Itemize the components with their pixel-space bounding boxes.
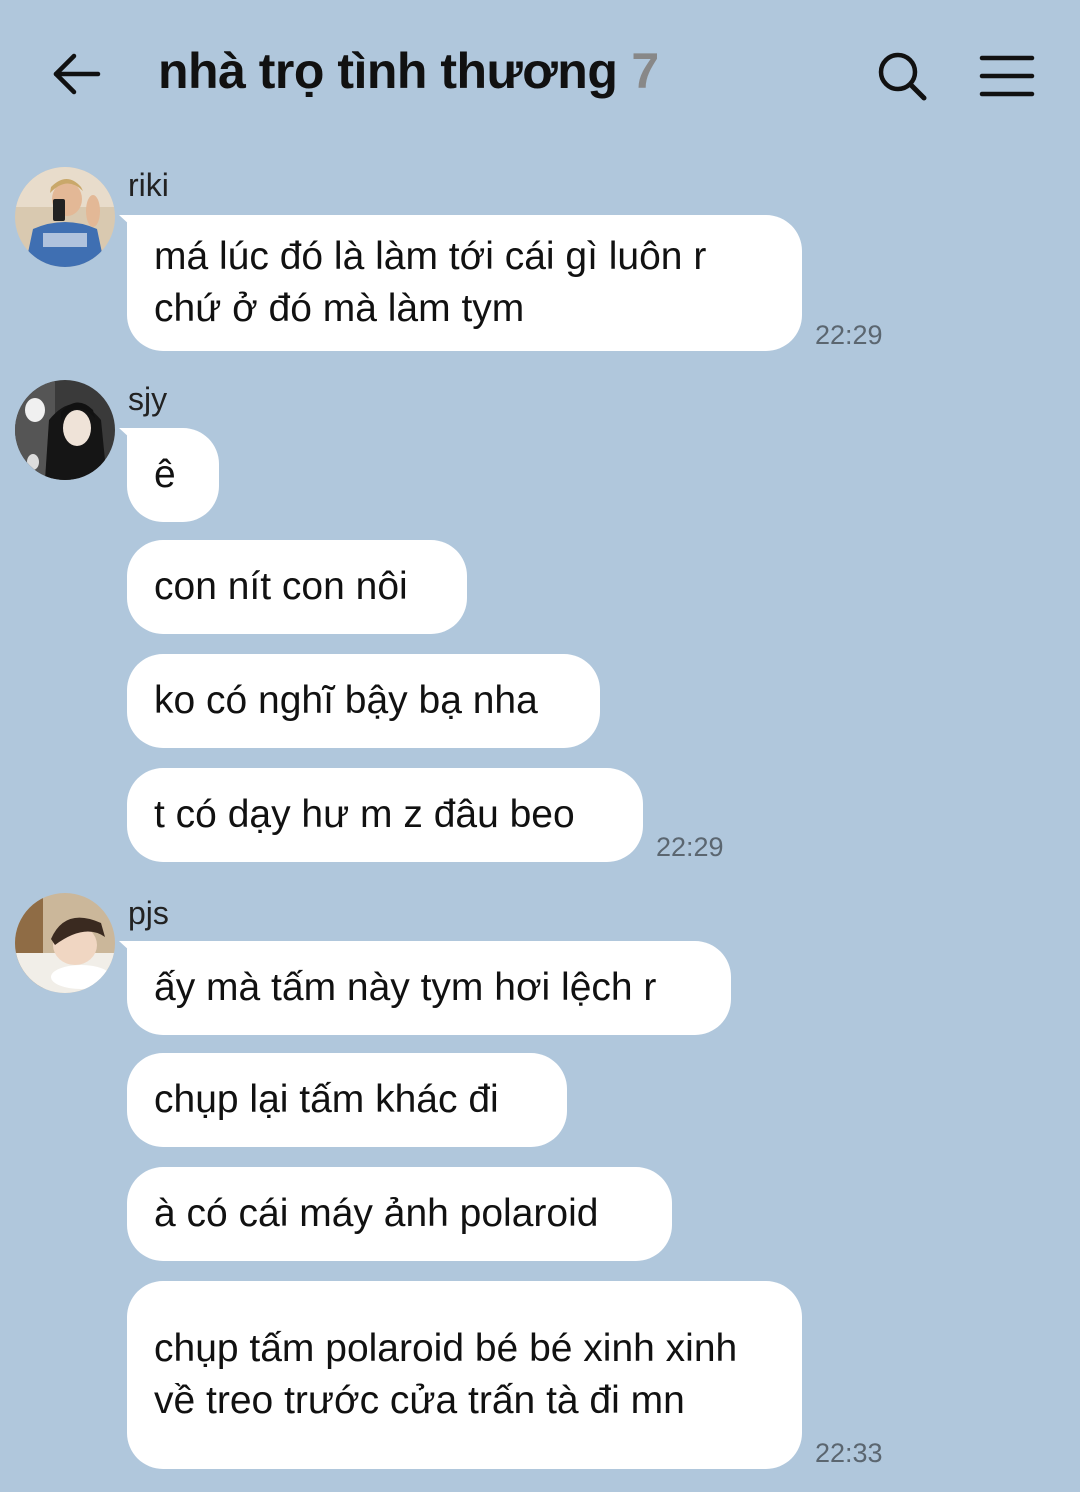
message-bubble[interactable]: à có cái máy ảnh polaroid [127, 1167, 672, 1261]
search-button[interactable] [872, 46, 932, 106]
sender-name: sjy [128, 381, 168, 417]
chat-title: nhà trọ tình thương [158, 43, 618, 99]
message-bubble[interactable]: ấy mà tấm này tym hơi lệch r [127, 941, 731, 1035]
message-bubble[interactable]: chụp tấm polaroid bé bé xinh xinh về tre… [127, 1281, 802, 1469]
message-text: ê [154, 453, 176, 496]
chat-header: nhà trọ tình thương 7 [0, 0, 1080, 150]
message-text: chụp lại tấm khác đi [154, 1078, 499, 1121]
message-text: ko có nghĩ bậy bạ nha [154, 679, 538, 722]
message-bubble[interactable]: con nít con nôi [127, 540, 467, 634]
search-icon [878, 52, 927, 101]
avatar-pjs[interactable] [15, 893, 115, 993]
message-text: t có dạy hư m z đâu beo [154, 793, 575, 836]
message-text: chụp tấm polaroid bé bé xinh xinh về tre… [154, 1327, 738, 1422]
menu-button[interactable] [976, 46, 1038, 106]
back-button[interactable] [48, 44, 108, 104]
message-bubble[interactable]: ko có nghĩ bậy bạ nha [127, 654, 600, 748]
sender-name: riki [128, 167, 169, 203]
message-time: 22:29 [656, 832, 724, 862]
message-text: ấy mà tấm này tym hơi lệch r [154, 966, 657, 1009]
avatar-riki-photo [15, 167, 115, 267]
message-time: 22:33 [815, 1438, 883, 1468]
message-bubble[interactable]: ê [127, 428, 219, 522]
chat-title-wrap[interactable]: nhà trọ tình thương 7 [158, 42, 659, 112]
message-bubble[interactable]: chụp lại tấm khác đi [127, 1053, 567, 1147]
avatar-pjs-photo [15, 893, 115, 993]
member-count: 7 [631, 43, 660, 99]
sender-name: pjs [128, 895, 169, 931]
message-text: à có cái máy ảnh polaroid [154, 1192, 599, 1235]
message-bubble[interactable]: t có dạy hư m z đâu beo [127, 768, 643, 862]
message-bubble[interactable]: má lúc đó là làm tới cái gì luôn r chứ ở… [127, 215, 802, 351]
message-time: 22:29 [815, 320, 883, 350]
avatar-sjy[interactable] [15, 380, 115, 480]
back-arrow-icon [53, 53, 101, 95]
avatar-riki[interactable] [15, 167, 115, 267]
menu-icon [979, 55, 1035, 97]
avatar-sjy-photo [15, 380, 115, 480]
message-text: con nít con nôi [154, 565, 408, 608]
message-text: má lúc đó là làm tới cái gì luôn r chứ ở… [154, 235, 707, 330]
